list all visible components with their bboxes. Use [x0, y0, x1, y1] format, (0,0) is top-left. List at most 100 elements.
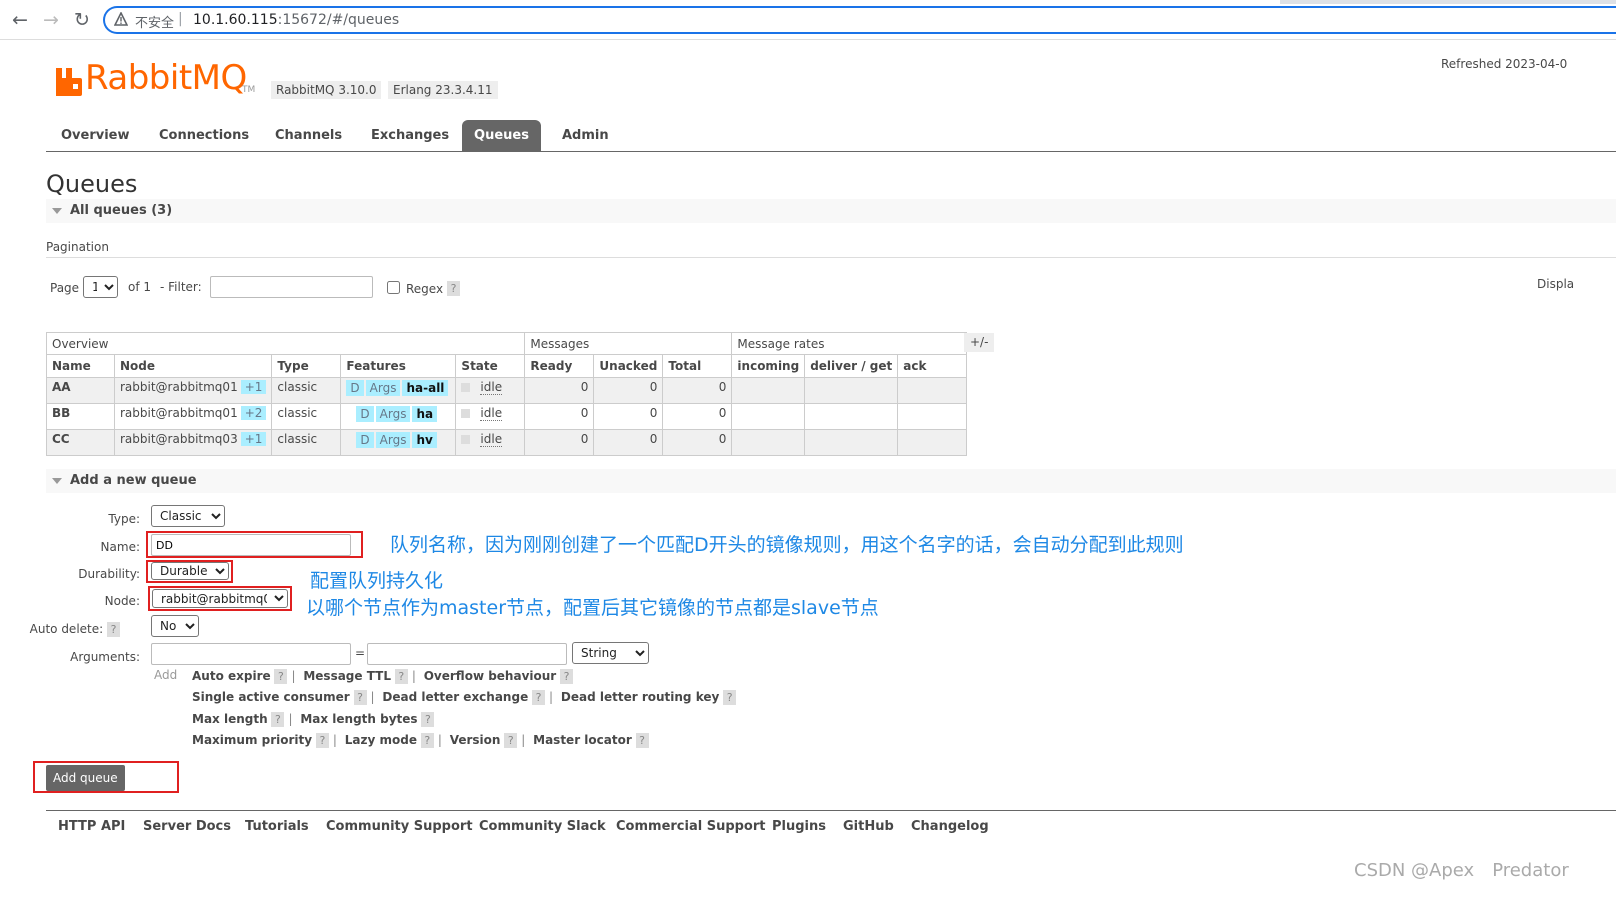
group-messages: Messages: [524, 332, 733, 355]
queue-name[interactable]: AA: [46, 377, 115, 404]
all-queues-toggle[interactable]: All queues (3): [46, 199, 1616, 223]
arg-link-version[interactable]: Version: [450, 733, 501, 747]
arg-link-max-length-bytes[interactable]: Max length bytes: [300, 712, 417, 726]
url-host: 10.1.60.115: [193, 12, 278, 28]
queue-type: classic: [271, 403, 342, 430]
page-select[interactable]: 1: [83, 276, 118, 298]
footer-link-plugins[interactable]: Plugins: [772, 819, 826, 834]
feature-policy[interactable]: ha-all: [402, 380, 449, 396]
add-argument-link[interactable]: Add: [154, 668, 177, 682]
help-icon[interactable]: ?: [274, 669, 288, 684]
footer-link-tutorials[interactable]: Tutorials: [245, 819, 309, 834]
logo-text: RabbitMQ: [85, 58, 247, 98]
help-icon[interactable]: ?: [560, 669, 574, 684]
argument-type-select[interactable]: String: [572, 642, 649, 664]
help-icon[interactable]: ?: [421, 712, 435, 727]
forward-arrow-icon[interactable]: →: [40, 9, 62, 31]
footer-link-community-slack[interactable]: Community Slack: [479, 819, 606, 834]
group-overview: Overview: [45, 332, 526, 355]
col-ready[interactable]: Ready: [524, 354, 595, 378]
argument-key-input[interactable]: [151, 643, 351, 665]
back-arrow-icon[interactable]: ←: [9, 9, 31, 31]
reload-icon[interactable]: ↻: [71, 9, 93, 31]
help-icon[interactable]: ?: [532, 690, 546, 705]
arg-link-overflow-behaviour[interactable]: Overflow behaviour: [424, 669, 557, 683]
annotation-durability: 配置队列持久化: [310, 570, 444, 592]
table-row[interactable]: CC rabbit@rabbitmq03 +1 classic D Args hv i…: [46, 429, 968, 456]
help-icon[interactable]: ?: [504, 733, 518, 748]
arg-link-dead-letter-routing-key[interactable]: Dead letter routing key: [561, 690, 719, 704]
help-icon[interactable]: ?: [353, 690, 367, 705]
ready-count: 0: [524, 429, 595, 456]
equals-sign: =: [355, 646, 366, 660]
arg-link-message-ttl[interactable]: Message TTL: [303, 669, 391, 683]
add-queue-section-label: Add a new queue: [70, 473, 197, 488]
queue-name[interactable]: CC: [46, 429, 115, 456]
arg-link-maximum-priority[interactable]: Maximum priority: [192, 733, 312, 747]
unacked-count: 0: [593, 429, 664, 456]
tab-admin[interactable]: Admin: [547, 120, 624, 152]
table-row[interactable]: AA rabbit@rabbitmq01 +1 classic D Args ha-a…: [46, 377, 968, 404]
footer-link-http-api[interactable]: HTTP API: [58, 819, 125, 834]
ready-count: 0: [524, 403, 595, 430]
arg-link-master-locator[interactable]: Master locator: [533, 733, 632, 747]
arg-link-auto-expire[interactable]: Auto expire: [192, 669, 271, 683]
columns-toggle-button[interactable]: +/-: [964, 333, 995, 352]
feature-durable: D: [356, 406, 374, 422]
col-incoming[interactable]: incoming: [731, 354, 806, 378]
help-icon[interactable]: ?: [315, 733, 329, 748]
auto-delete-select[interactable]: No: [151, 615, 199, 637]
feature-args: Args: [375, 406, 411, 422]
argument-value-input[interactable]: [367, 643, 567, 665]
help-icon[interactable]: ?: [420, 733, 434, 748]
queue-type-select[interactable]: Classic: [151, 505, 225, 527]
col-ack[interactable]: ack: [897, 354, 968, 378]
footer-link-server-docs[interactable]: Server Docs: [143, 819, 231, 834]
help-icon[interactable]: ?: [723, 690, 737, 705]
help-icon[interactable]: ?: [635, 733, 649, 748]
col-features[interactable]: Features: [340, 354, 457, 378]
name-label: Name:: [100, 540, 140, 554]
queue-type: classic: [271, 377, 342, 404]
arg-link-single-active-consumer[interactable]: Single active consumer: [192, 690, 350, 704]
arg-link-lazy-mode[interactable]: Lazy mode: [345, 733, 417, 747]
divider: [46, 257, 1616, 258]
auto-delete-help-icon[interactable]: ?: [107, 622, 120, 637]
tab-queues[interactable]: Queues: [462, 120, 541, 152]
col-state[interactable]: State: [455, 354, 526, 378]
footer-link-github[interactable]: GitHub: [843, 819, 894, 834]
feature-durable: D: [346, 380, 364, 396]
feature-policy[interactable]: ha: [412, 406, 438, 422]
collapse-triangle-icon: [52, 208, 62, 214]
regex-help-icon[interactable]: ?: [447, 281, 460, 296]
col-type[interactable]: Type: [271, 354, 342, 378]
col-deliver-get[interactable]: deliver / get: [804, 354, 899, 378]
total-count: 0: [662, 403, 733, 430]
tab-exchanges[interactable]: Exchanges: [356, 120, 464, 152]
col-total[interactable]: Total: [662, 354, 733, 378]
tab-channels[interactable]: Channels: [260, 120, 357, 152]
table-row[interactable]: BB rabbit@rabbitmq01 +2 classic D Args ha i…: [46, 403, 968, 430]
durability-label: Durability:: [78, 567, 140, 581]
address-bar[interactable]: 不安全 | 10.1.60.115:15672/#/queues: [103, 6, 1616, 34]
tab-overview[interactable]: Overview: [46, 120, 145, 152]
feature-policy[interactable]: hv: [412, 432, 437, 448]
arg-link-max-length[interactable]: Max length: [192, 712, 268, 726]
col-name[interactable]: Name: [46, 354, 115, 378]
auto-delete-label: Auto delete: ?: [0, 622, 120, 637]
help-icon[interactable]: ?: [394, 669, 408, 684]
footer-link-community-support[interactable]: Community Support: [326, 819, 473, 834]
filter-input[interactable]: [210, 276, 373, 298]
footer-link-changelog[interactable]: Changelog: [911, 819, 989, 834]
help-icon[interactable]: ?: [271, 712, 285, 727]
tab-connections[interactable]: Connections: [144, 120, 264, 152]
add-queue-toggle[interactable]: Add a new queue: [46, 469, 1616, 493]
col-node[interactable]: Node: [113, 354, 273, 378]
browser-tabstrip: [1280, 0, 1616, 4]
arg-link-dead-letter-exchange[interactable]: Dead letter exchange: [382, 690, 528, 704]
queue-name[interactable]: BB: [46, 403, 115, 430]
regex-checkbox[interactable]: [387, 281, 400, 294]
separator: |: [521, 733, 526, 747]
col-unacked[interactable]: Unacked: [593, 354, 664, 378]
footer-link-commercial-support[interactable]: Commercial Support: [616, 819, 766, 834]
